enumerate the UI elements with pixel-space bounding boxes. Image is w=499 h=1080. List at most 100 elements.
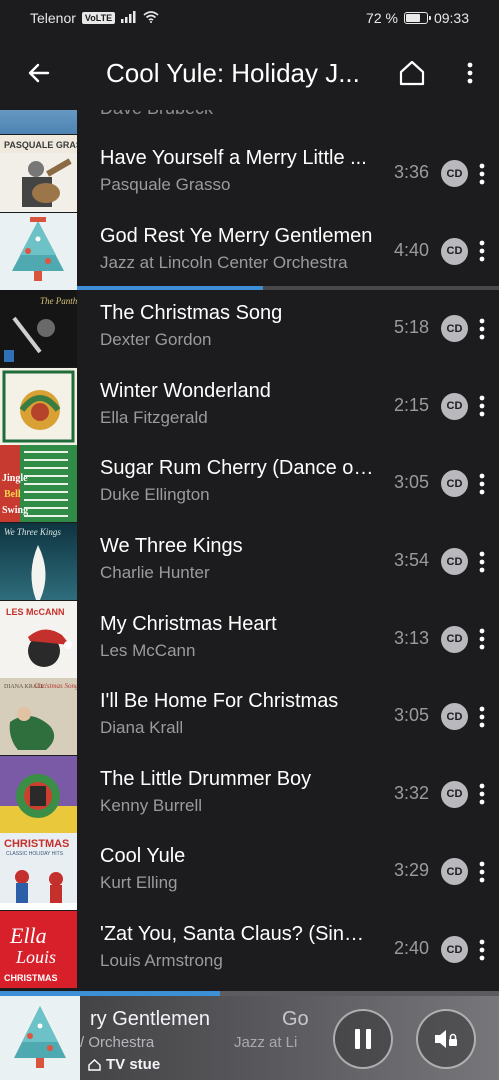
track-row[interactable]: PASQUALE GRASSO Have Yourself a Merry Lit… — [0, 135, 499, 212]
track-menu-button[interactable] — [472, 233, 492, 270]
christmas-tree-cover[interactable] — [0, 212, 77, 290]
track-row[interactable]: DIANA KRALL Christmas Songs I'll Be Home F… — [0, 678, 499, 756]
back-button[interactable] — [0, 36, 78, 110]
more-vert-icon — [479, 318, 485, 340]
ella-fitzgerald-cover[interactable] — [0, 367, 77, 445]
pause-icon — [355, 1029, 371, 1049]
mini-player[interactable]: ry Gentlemen Go / Orchestra Jazz at Li T… — [0, 991, 499, 1080]
track-artist: Kurt Elling — [100, 873, 178, 893]
track-duration: 3:32 — [393, 782, 429, 803]
home-button[interactable] — [388, 36, 436, 110]
jingle-bell-swing-cover[interactable]: Jingle Bell Swing — [0, 445, 77, 523]
svg-text:Louis: Louis — [15, 947, 56, 967]
track-duration: 2:40 — [393, 938, 429, 958]
track-menu-button[interactable] — [472, 388, 492, 425]
now-playing-cover[interactable] — [0, 996, 80, 1080]
track-artist: Les McCann — [100, 640, 196, 660]
les-mccann-cover[interactable]: LES McCANN — [0, 600, 77, 678]
track-duration: 2:15 — [393, 394, 429, 415]
more-vert-icon — [479, 240, 485, 262]
track-title: My Christmas Heart — [100, 612, 277, 635]
track-artist: Dexter Gordon — [100, 330, 212, 350]
track-title: Have Yourself a Merry Little ... — [100, 147, 367, 169]
track-row[interactable]: God Rest Ye Merry Gentlemen Jazz at Linco… — [0, 212, 499, 290]
track-menu-button[interactable] — [472, 698, 492, 735]
diana-krall-cover[interactable]: DIANA KRALL Christmas Songs — [0, 678, 77, 756]
classic-holiday-hits-cover[interactable]: CHRISTMAS CLASSIC HOLIDAY HITS — [0, 833, 77, 911]
partial-artist-label: Dave Brubeck — [100, 110, 213, 119]
track-artist: Charlie Hunter — [100, 563, 210, 582]
volume-locked-icon — [435, 1030, 457, 1048]
track-duration: 3:54 — [393, 550, 429, 570]
svg-text:Bell: Bell — [4, 489, 21, 500]
more-vert-icon — [479, 628, 485, 650]
svg-text:CHRISTMAS: CHRISTMAS — [4, 973, 58, 983]
track-menu-button[interactable] — [472, 465, 492, 502]
svg-text:Swing: Swing — [2, 505, 28, 516]
track-row[interactable]: Winter Wonderland Ella Fitzgerald 2:15 CD — [0, 367, 499, 445]
track-menu-button[interactable] — [472, 543, 492, 580]
track-artist: Jazz at Lincoln Center Orchestra — [100, 252, 348, 272]
track-title: God Rest Ye Merry Gentlemen — [100, 224, 373, 247]
pasquale-grasso-cover[interactable]: PASQUALE GRASSO — [0, 135, 77, 212]
track-menu-button[interactable] — [472, 155, 492, 192]
track-menu-button[interactable] — [472, 776, 492, 813]
more-vert-icon — [479, 706, 485, 728]
svg-text:CHRISTMAS: CHRISTMAS — [4, 838, 69, 850]
more-vert-icon — [479, 473, 485, 495]
home-icon — [88, 1058, 101, 1071]
pause-button[interactable] — [333, 1009, 393, 1069]
now-playing-title: ry Gentlemen — [90, 1008, 211, 1030]
carrier-label: Telenor — [30, 10, 76, 26]
track-row[interactable]: LES McCANN My Christmas Heart Les McCann 3:… — [0, 600, 499, 678]
track-row[interactable]: Jingle Bell Swing Sugar Rum Cherry (Dance o… — [0, 445, 499, 523]
next-title-marquee: Go — [282, 1008, 309, 1030]
track-duration: 3:13 — [393, 627, 429, 648]
track-progress-bar — [77, 285, 499, 290]
track-menu-button[interactable] — [472, 310, 492, 347]
volte-badge: VoLTE — [81, 12, 116, 24]
volume-button[interactable] — [416, 1009, 476, 1069]
cd-quality-badge: CD — [441, 160, 468, 187]
we-three-kings-cover[interactable]: We Three Kings — [0, 523, 77, 600]
track-row[interactable]: The Little Drummer Boy Kenny Burrell 3:32 C… — [0, 755, 499, 833]
cd-quality-badge: CD — [441, 936, 468, 963]
ella-louis-christmas-cover[interactable]: Ella Louis CHRISTMAS — [0, 911, 77, 988]
track-row[interactable]: CHRISTMAS CLASSIC HOLIDAY HITS Cool Yule Ku… — [0, 833, 499, 911]
kenny-burrell-cover[interactable] — [0, 755, 77, 833]
svg-text:LES McCANN: LES McCANN — [6, 607, 65, 617]
overflow-menu-button[interactable] — [446, 36, 494, 110]
track-row[interactable]: The Panther The Christmas Song Dexter Gord… — [0, 290, 499, 368]
cd-quality-badge: CD — [441, 625, 468, 653]
status-bar: Telenor VoLTE 72 % 09:33 — [0, 0, 499, 36]
more-vert-icon — [479, 395, 485, 417]
cd-quality-badge: CD — [441, 237, 468, 265]
cd-quality-badge: CD — [441, 315, 468, 343]
track-artist: Louis Armstrong — [100, 951, 223, 970]
wifi-icon — [143, 10, 159, 26]
room-name: TV stue — [106, 1056, 161, 1073]
now-playing-info[interactable]: ry Gentlemen Go / Orchestra Jazz at Li T… — [80, 996, 326, 1080]
track-row[interactable]: We Three Kings We Three Kings Charlie Hunt… — [0, 523, 499, 600]
track-menu-button[interactable] — [472, 931, 492, 968]
next-artist-marquee: Jazz at Li — [234, 1034, 298, 1051]
track-artist: Pasquale Grasso — [100, 175, 231, 194]
track-title: Cool Yule — [100, 845, 186, 868]
track-list[interactable]: Dave Brubeck PASQUALE GRASSO Have Yoursel… — [0, 110, 499, 992]
cd-quality-badge: CD — [441, 703, 468, 731]
track-duration: 4:40 — [393, 239, 429, 260]
track-title: 'Zat You, Santa Claus? (Singl... — [100, 923, 375, 945]
dexter-gordon-cover[interactable]: The Panther — [0, 290, 77, 368]
clock: 09:33 — [433, 10, 469, 26]
track-artist: Diana Krall — [100, 718, 184, 738]
track-menu-button[interactable] — [472, 621, 492, 658]
track-row[interactable]: Ella Louis CHRISTMAS 'Zat You, Santa Claus?… — [0, 911, 499, 988]
app-bar: Cool Yule: Holiday J... — [0, 36, 499, 110]
partial-list-item[interactable]: Dave Brubeck — [0, 110, 499, 135]
track-menu-button[interactable] — [472, 853, 492, 890]
status-right: 72 % 09:33 — [366, 10, 469, 26]
track-duration: 5:18 — [393, 317, 429, 338]
track-title: We Three Kings — [100, 535, 243, 557]
track-duration: 3:36 — [393, 162, 429, 182]
more-vert-icon — [479, 163, 485, 184]
